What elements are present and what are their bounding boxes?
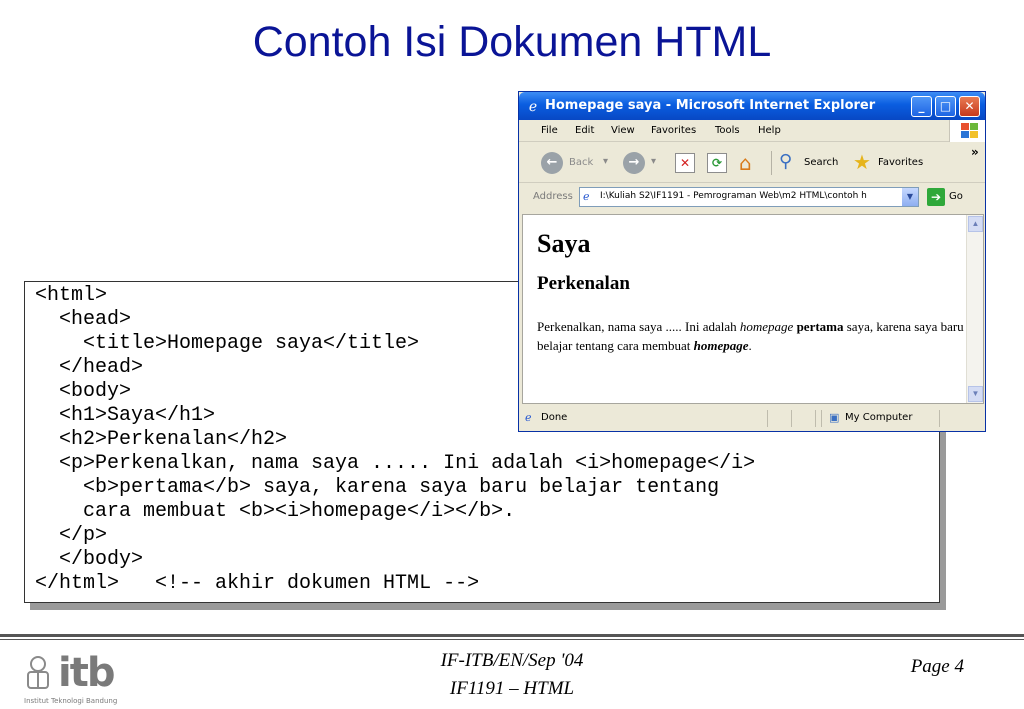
- code-line: <body>: [35, 380, 132, 403]
- page-done-icon: ℯ: [525, 411, 532, 424]
- forward-arrow-icon[interactable]: →: [623, 152, 645, 174]
- status-bar: ℯ Done ▣ My Computer: [519, 406, 985, 431]
- code-line: <b>pertama</b> saya, karena saya baru be…: [35, 476, 720, 499]
- search-label[interactable]: Search: [804, 157, 838, 168]
- favorites-label[interactable]: Favorites: [878, 157, 923, 168]
- address-bar: Address ℯ I:\Kuliah S2\IF1191 - Pemrogra…: [519, 184, 985, 210]
- toolbar-more-chevron-icon[interactable]: »: [971, 145, 979, 159]
- address-value: I:\Kuliah S2\IF1191 - Pemrograman Web\m2…: [600, 191, 867, 201]
- page-number: Page 4: [910, 656, 964, 677]
- back-arrow-icon[interactable]: ←: [541, 152, 563, 174]
- paragraph-bold: pertama: [796, 319, 844, 334]
- slide-title: Contoh Isi Dokumen HTML: [252, 18, 772, 66]
- go-arrow-icon[interactable]: ➔: [927, 188, 945, 206]
- scroll-up-icon[interactable]: ▲: [968, 216, 983, 232]
- address-dropdown-icon[interactable]: ▼: [902, 188, 918, 206]
- menu-file[interactable]: File: [541, 125, 558, 136]
- paragraph-italic: homepage: [739, 319, 794, 334]
- windows-flag-icon: [949, 120, 985, 142]
- ie-logo-icon: ℯ: [528, 98, 538, 114]
- favorites-star-icon[interactable]: ★: [853, 150, 871, 174]
- code-line: cara membuat <b><i>homepage</i></b>.: [35, 500, 516, 523]
- footer-divider: [0, 639, 1024, 640]
- address-label: Address: [533, 191, 573, 202]
- footer-course-line2: IF1191 – HTML: [449, 678, 575, 699]
- page-paragraph: Perkenalkan, nama saya ..... Ini adalah …: [537, 317, 965, 355]
- toolbar: ← Back ▾ → ▾ ✕ ⟳ ⌂ ⚲ Search ★ Favorites …: [519, 143, 985, 183]
- status-zone: My Computer: [845, 412, 913, 423]
- status-separator: [821, 410, 822, 427]
- code-line: <h1>Saya</h1>: [35, 404, 216, 427]
- menu-edit[interactable]: Edit: [575, 125, 594, 136]
- window-title: Homepage saya - Microsoft Internet Explo…: [545, 98, 876, 113]
- window-titlebar[interactable]: ℯ Homepage saya - Microsoft Internet Exp…: [519, 92, 985, 120]
- address-input[interactable]: ℯ I:\Kuliah S2\IF1191 - Pemrograman Web\…: [579, 187, 919, 207]
- page-heading-1: Saya: [537, 229, 591, 258]
- stop-icon[interactable]: ✕: [675, 153, 695, 173]
- code-line: </p>: [35, 524, 108, 547]
- menu-tools[interactable]: Tools: [715, 125, 740, 136]
- refresh-icon[interactable]: ⟳: [707, 153, 727, 173]
- close-button[interactable]: ✕: [959, 96, 980, 117]
- status-separator: [767, 410, 768, 427]
- status-separator: [815, 410, 816, 427]
- code-line: <h2>Perkenalan</h2>: [35, 428, 288, 451]
- browser-window: ℯ Homepage saya - Microsoft Internet Exp…: [518, 91, 986, 432]
- itb-logo: itb: [58, 650, 115, 696]
- logo-caption: Institut Teknologi Bandung: [24, 697, 118, 705]
- back-dropdown-icon[interactable]: ▾: [603, 156, 608, 167]
- code-line: </head>: [35, 356, 144, 379]
- code-line: </body>: [35, 548, 144, 571]
- status-text: Done: [541, 412, 568, 423]
- code-line: <html>: [35, 284, 108, 307]
- forward-dropdown-icon[interactable]: ▾: [651, 156, 656, 167]
- paragraph-text: Perkenalkan, nama saya ..... Ini adalah: [537, 319, 740, 334]
- code-line: <title>Homepage saya</title>: [35, 332, 420, 355]
- search-icon[interactable]: ⚲: [779, 151, 792, 172]
- itb-seal-icon: [27, 656, 49, 689]
- menu-view[interactable]: View: [611, 125, 635, 136]
- toolbar-separator: [771, 151, 772, 175]
- status-separator: [791, 410, 792, 427]
- back-label[interactable]: Back: [569, 157, 593, 168]
- code-line: <p>Perkenalkan, nama saya ..... Ini adal…: [35, 452, 756, 475]
- paragraph-end: .: [748, 338, 752, 353]
- scroll-down-icon[interactable]: ▼: [968, 386, 983, 402]
- page-heading-2: Perkenalan: [537, 273, 630, 294]
- menu-favorites[interactable]: Favorites: [651, 125, 696, 136]
- minimize-button[interactable]: _: [911, 96, 932, 117]
- paragraph-bold-italic: homepage: [693, 338, 749, 353]
- code-line: </html> <!-- akhir dokumen HTML -->: [35, 572, 480, 595]
- page-viewport: Saya Perkenalan Perkenalkan, nama saya .…: [522, 214, 984, 404]
- status-separator: [939, 410, 940, 427]
- go-button-label[interactable]: Go: [949, 191, 963, 202]
- footer-divider: [0, 634, 1024, 637]
- menu-bar: File Edit View Favorites Tools Help: [519, 120, 985, 142]
- menu-help[interactable]: Help: [758, 125, 781, 136]
- page-icon: ℯ: [583, 190, 590, 203]
- code-line: <head>: [35, 308, 132, 331]
- maximize-button[interactable]: □: [935, 96, 956, 117]
- home-icon[interactable]: ⌂: [739, 151, 752, 175]
- vertical-scrollbar[interactable]: ▲ ▼: [966, 215, 983, 403]
- computer-icon: ▣: [829, 411, 840, 424]
- footer-course-line1: IF-ITB/EN/Sep '04: [440, 650, 584, 671]
